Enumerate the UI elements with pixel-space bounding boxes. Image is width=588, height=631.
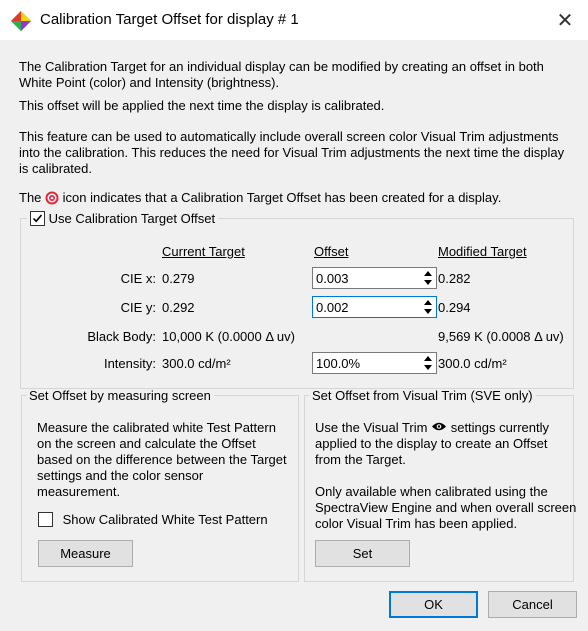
- checkmark-icon: [32, 214, 43, 223]
- use-offset-checkbox[interactable]: [30, 211, 45, 226]
- header-offset: Offset: [314, 244, 349, 259]
- close-button[interactable]: ✕: [548, 6, 582, 36]
- use-offset-checkbox-row[interactable]: Use Calibration Target Offset: [27, 211, 218, 226]
- para4-prefix: The: [19, 190, 42, 205]
- spin-up-down-icon[interactable]: [420, 268, 436, 288]
- color-diamond-app-icon: [11, 11, 31, 31]
- visual-trim-description-1: Use the Visual Trim settings currently a…: [315, 420, 570, 468]
- visual-trim-group-legend: Set Offset from Visual Trim (SVE only): [312, 388, 533, 403]
- cancel-button[interactable]: Cancel: [488, 591, 577, 618]
- eye-icon: [432, 422, 447, 431]
- row-label-cie-y: CIE y:: [120, 300, 156, 315]
- offset-intensity-stepper[interactable]: [312, 352, 437, 374]
- dialog-window: Calibration Target Offset for display # …: [0, 0, 588, 631]
- modified-intensity: 300.0 cd/m²: [438, 356, 507, 371]
- row-label-intensity: Intensity:: [103, 356, 156, 371]
- title-bar: Calibration Target Offset for display # …: [0, 0, 588, 40]
- modified-cie-x: 0.282: [438, 271, 471, 286]
- offset-cie-x-input[interactable]: [316, 270, 411, 286]
- current-cie-x: 0.279: [162, 271, 195, 286]
- measure-button[interactable]: Measure: [38, 540, 133, 567]
- set-button[interactable]: Set: [315, 540, 410, 567]
- offset-intensity-input[interactable]: [316, 355, 411, 371]
- measure-group-legend: Set Offset by measuring screen: [29, 388, 211, 403]
- header-current-target: Current Target: [162, 244, 245, 259]
- trim-text-1a: Use the Visual Trim: [315, 420, 428, 435]
- show-pattern-label: Show Calibrated White Test Pattern: [62, 512, 268, 527]
- intro-paragraph-4: The icon indicates that a Calibration Ta…: [19, 190, 574, 206]
- ok-button[interactable]: OK: [389, 591, 478, 618]
- use-offset-label: Use Calibration Target Offset: [48, 211, 216, 226]
- current-black-body: 10,000 K (0.0000 Δ uv): [162, 329, 295, 344]
- para4-suffix: icon indicates that a Calibration Target…: [62, 190, 502, 205]
- row-label-cie-x: CIE x:: [120, 271, 156, 286]
- window-title: Calibration Target Offset for display # …: [40, 11, 299, 28]
- spin-up-down-icon[interactable]: [420, 297, 436, 317]
- modified-black-body: 9,569 K (0.0008 Δ uv): [438, 329, 564, 344]
- modified-cie-y: 0.294: [438, 300, 471, 315]
- intro-paragraph-1: The Calibration Target for an individual…: [19, 59, 544, 90]
- show-pattern-checkbox-row[interactable]: Show Calibrated White Test Pattern: [38, 512, 268, 527]
- measure-description: Measure the calibrated white Test Patter…: [37, 420, 287, 499]
- offset-cie-x-stepper[interactable]: [312, 267, 437, 289]
- spin-up-down-icon[interactable]: [420, 353, 436, 373]
- show-pattern-checkbox[interactable]: [38, 512, 53, 527]
- close-icon: ✕: [556, 10, 574, 32]
- intro-paragraph-3: This feature can be used to automaticall…: [19, 129, 565, 176]
- offset-cie-y-stepper[interactable]: [312, 296, 437, 318]
- offset-cie-y-input[interactable]: [316, 299, 411, 315]
- intro-paragraph-2: This offset will be applied the next tim…: [19, 98, 385, 113]
- row-label-black-body: Black Body:: [87, 329, 156, 344]
- red-target-icon: [45, 191, 59, 205]
- visual-trim-description-2: Only available when calibrated using the…: [315, 484, 577, 531]
- current-intensity: 300.0 cd/m²: [162, 356, 231, 371]
- header-modified-target: Modified Target: [438, 244, 527, 259]
- current-cie-y: 0.292: [162, 300, 195, 315]
